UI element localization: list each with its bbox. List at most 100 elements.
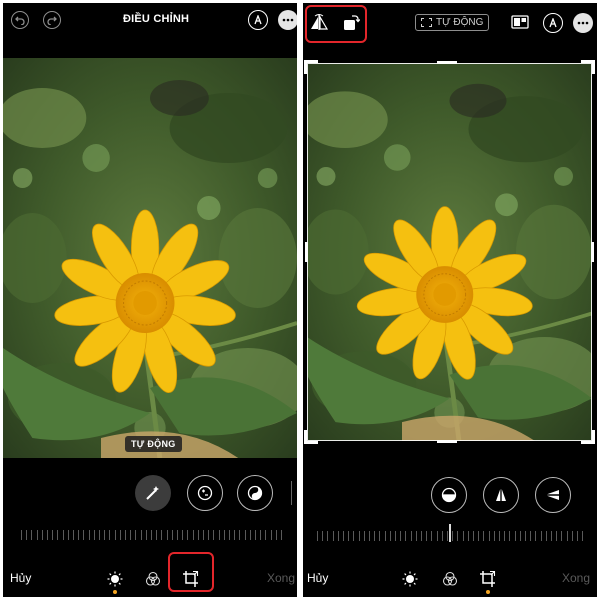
ruler-tick (135, 530, 137, 540)
crop-edge-right[interactable] (591, 242, 594, 262)
ruler-tick (405, 531, 407, 541)
ruler-tick (208, 530, 210, 540)
ruler-tick (151, 530, 152, 540)
ruler-tick (421, 531, 422, 541)
ruler-tick (410, 531, 412, 541)
ruler-tick (83, 530, 85, 540)
ruler-tick (499, 531, 500, 541)
exposure-icon[interactable] (187, 475, 223, 511)
done-button[interactable]: Xong (267, 571, 295, 585)
ruler-tick (62, 530, 64, 540)
filters-icon[interactable] (143, 569, 163, 589)
crop-icon[interactable] (476, 567, 500, 591)
aspect-ratio-icon[interactable] (510, 13, 530, 31)
adjust-slider[interactable] (21, 530, 282, 542)
ruler-tick (275, 530, 277, 540)
ruler-tick (47, 530, 48, 540)
auto-crop-button[interactable]: TỰ ĐỘNG (415, 14, 490, 31)
adjust-screen: ĐIỀU CHỈNH TỰ ĐỘNG Hủy Xong (3, 3, 297, 597)
crop-highlight (168, 552, 214, 592)
filters-icon[interactable] (440, 569, 460, 589)
ruler-tick (140, 530, 142, 540)
ruler-tick (509, 531, 511, 541)
vertical-perspective-icon[interactable] (483, 477, 519, 513)
crop-edge-left[interactable] (305, 242, 308, 262)
crop-edge-top[interactable] (437, 61, 457, 64)
ruler-tick (229, 530, 230, 540)
ruler-tick (114, 530, 116, 540)
crop-frame[interactable] (307, 63, 592, 441)
undo-icon[interactable] (11, 11, 29, 29)
auto-crop-label: TỰ ĐỘNG (436, 17, 484, 28)
markup-icon[interactable] (543, 13, 563, 33)
ruler-tick (145, 530, 147, 540)
markup-icon[interactable] (248, 10, 268, 30)
ruler-tick (223, 530, 225, 540)
crop-corner-top-left[interactable] (304, 60, 318, 74)
ruler-tick (426, 531, 428, 541)
ruler-tick (478, 531, 480, 541)
ruler-tick (130, 530, 132, 540)
ruler-tick (400, 531, 402, 541)
adjust-icon[interactable] (400, 569, 420, 589)
ruler-tick (234, 530, 236, 540)
ruler-tick (452, 531, 454, 541)
ruler-tick (389, 531, 391, 541)
ruler-tick (182, 530, 184, 540)
ruler-tick (192, 530, 194, 540)
ruler-tick (171, 530, 173, 540)
more-icon[interactable] (278, 10, 297, 30)
ruler-tick (551, 531, 552, 541)
crop-corner-top-right[interactable] (581, 60, 595, 74)
done-button[interactable]: Xong (562, 571, 590, 585)
ruler-tick (395, 531, 396, 541)
active-dot (486, 590, 490, 594)
ruler-tick (415, 531, 417, 541)
magic-wand-icon[interactable] (135, 475, 171, 511)
ruler-tick (73, 530, 74, 540)
adjust-icon[interactable] (105, 569, 125, 589)
ruler-tick (462, 531, 464, 541)
crop-corner-bottom-left[interactable] (304, 430, 318, 444)
ruler-tick (52, 530, 54, 540)
brilliance-icon[interactable] (237, 475, 273, 511)
ruler-tick (218, 530, 220, 540)
ruler-tick (260, 530, 262, 540)
ruler-tick (379, 531, 381, 541)
crop-edge-bottom[interactable] (437, 440, 457, 443)
ruler-tick (177, 530, 178, 540)
ruler-tick (384, 531, 386, 541)
cancel-button[interactable]: Hủy (10, 571, 31, 585)
ruler-tick (109, 530, 111, 540)
ruler-tick (457, 531, 459, 541)
ruler-tick (156, 530, 158, 540)
ruler-tick (78, 530, 80, 540)
ruler-tick (197, 530, 199, 540)
ruler-tick (104, 530, 106, 540)
ruler-tick (244, 530, 246, 540)
ruler-tick (358, 531, 360, 541)
ruler-tick (545, 531, 547, 541)
ruler-tick (530, 531, 532, 541)
ruler-tick (161, 530, 163, 540)
ruler-tick (436, 531, 438, 541)
ruler-tick (187, 530, 189, 540)
ruler-tick (467, 531, 469, 541)
ruler-tick (213, 530, 215, 540)
ruler-tick (431, 531, 433, 541)
ruler-tick (26, 530, 28, 540)
straighten-icon[interactable] (431, 477, 467, 513)
ruler-tick (36, 530, 38, 540)
ruler-tick (483, 531, 485, 541)
cancel-button[interactable]: Hủy (307, 571, 328, 585)
ruler-tick (493, 531, 495, 541)
ruler-tick (332, 531, 334, 541)
ruler-tick (337, 531, 339, 541)
more-icon[interactable] (573, 13, 593, 33)
ruler-tick (571, 531, 573, 541)
redo-icon[interactable] (43, 11, 61, 29)
horizontal-perspective-icon[interactable] (535, 477, 571, 513)
crop-screen: TỰ ĐỘNG Hủy Xong (303, 3, 597, 597)
next-tool-hint (291, 481, 297, 505)
crop-corner-bottom-right[interactable] (581, 430, 595, 444)
